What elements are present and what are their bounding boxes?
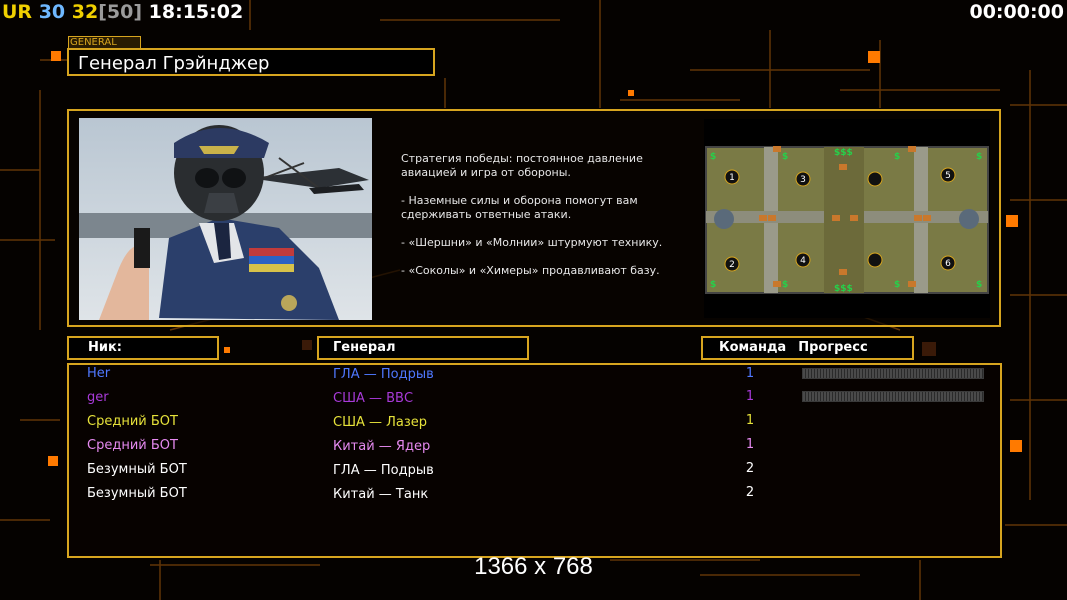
start-position-6: 6: [945, 259, 951, 269]
header-general: Генерал: [317, 336, 529, 360]
player-team: 1: [745, 366, 755, 381]
resolution-label: 1366 x 768: [474, 553, 593, 580]
player-general: ГЛА — Подрыв: [333, 367, 434, 382]
minimap-preview: 1 2 3 4 5 6 $$$ $$$ $ $ $ $ $ $ $ $: [704, 119, 990, 318]
strategy-line: - «Соколы» и «Химеры» продавливают базу.: [401, 264, 660, 277]
player-nick: Her: [87, 366, 111, 381]
progress-bar: [802, 368, 984, 379]
header-nick: Ник:: [67, 336, 219, 360]
player-general: ГЛА — Подрыв: [333, 463, 434, 478]
game-timer: 00:00:00: [969, 1, 1064, 23]
player-general: Китай — Ядер: [333, 439, 431, 454]
player-nick: Безумный БОТ: [87, 462, 187, 477]
money-marker: $$$: [834, 148, 853, 158]
header-progress: Прогресс: [798, 340, 868, 355]
clock: 18:15:02: [148, 1, 244, 23]
money-marker: $: [894, 280, 900, 290]
player-general: США — Лазер: [333, 415, 428, 430]
strategy-line: - Наземные силы и оборона помогут вам сд…: [401, 194, 638, 221]
money-marker: $: [710, 152, 716, 162]
money-marker: $$$: [834, 284, 853, 294]
money-marker: $: [710, 280, 716, 290]
player-nick: ger: [87, 390, 109, 405]
player-team: 1: [745, 389, 755, 404]
stat-value-2: 32: [71, 1, 99, 23]
strategy-line: - «Шершни» и «Молнии» штурмуют технику.: [401, 236, 663, 249]
general-portrait: [79, 118, 372, 320]
header-team: Команда: [719, 340, 787, 355]
player-general: США — ВВС: [333, 391, 414, 406]
player-nick: Безумный БОТ: [87, 486, 187, 501]
start-position-3: 3: [800, 175, 806, 185]
money-marker: $: [782, 152, 788, 162]
start-position-5: 5: [945, 171, 951, 181]
ur-label: UR: [2, 1, 33, 23]
start-position-4: 4: [800, 256, 806, 266]
money-marker: $: [976, 280, 982, 290]
general-name: Генерал Грэйнджер: [67, 48, 435, 76]
hud-stats: UR 30 32[50] 18:15:02: [2, 1, 243, 23]
player-team: 1: [745, 413, 755, 428]
start-position-1: 1: [729, 173, 735, 183]
player-team: 2: [745, 461, 755, 476]
start-position-2: 2: [729, 260, 735, 270]
player-general: Китай — Танк: [333, 487, 429, 502]
money-marker: $: [976, 152, 982, 162]
money-marker: $: [782, 280, 788, 290]
strategy-line: Стратегия победы: постоянное давление ав…: [401, 152, 643, 179]
player-nick: Средний БОТ: [87, 438, 178, 453]
player-team: 1: [745, 437, 755, 452]
player-nick: Средний БОТ: [87, 414, 178, 429]
player-team: 2: [745, 485, 755, 500]
stat-value-1: 30: [38, 1, 66, 23]
strategy-text: Стратегия победы: постоянное давление ав…: [401, 152, 691, 292]
progress-bar: [802, 391, 984, 402]
money-marker: $: [894, 152, 900, 162]
header-team-progress: Команда Прогресс: [701, 336, 914, 360]
stat-value-3: [50]: [98, 1, 143, 23]
